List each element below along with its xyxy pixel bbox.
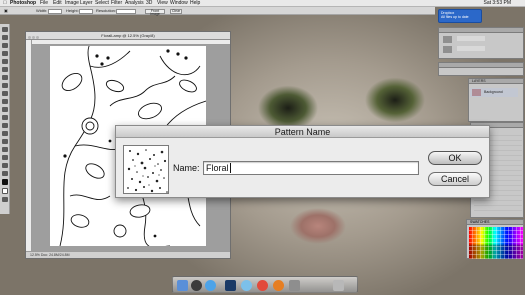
dock	[172, 276, 358, 293]
layers-panel[interactable]: LAYERS Background	[468, 78, 524, 122]
pattern-name-dialog[interactable]: Pattern Name Name: OK Cancel	[115, 125, 490, 198]
history-brush-tool-icon[interactable]	[1, 91, 8, 96]
shape-tool-icon[interactable]	[1, 155, 8, 160]
gradient-tool-icon[interactable]	[1, 107, 8, 112]
menu-view[interactable]: View	[157, 0, 168, 7]
menu-layer[interactable]: Layer	[80, 0, 93, 7]
layer-name: Background	[484, 90, 503, 94]
swatches-tab[interactable]: SWATCHES	[470, 219, 489, 225]
swatch-grid[interactable]	[469, 227, 523, 259]
background-color-icon[interactable]	[1, 188, 8, 194]
height-label: Height:	[66, 8, 79, 13]
width-field[interactable]	[48, 9, 62, 14]
ok-button[interactable]: OK	[428, 151, 482, 165]
vertical-ruler[interactable]	[26, 40, 32, 251]
menu-filter[interactable]: Filter	[111, 0, 122, 7]
notification[interactable]: Dropbox All files up to date	[438, 9, 482, 23]
hand-tool-icon[interactable]	[1, 163, 8, 168]
dialog-title: Pattern Name	[116, 126, 489, 138]
pattern-thumbnail	[127, 149, 168, 193]
layers-tab[interactable]: LAYERS	[472, 78, 486, 84]
foreground-color-icon[interactable]	[1, 179, 8, 185]
mini-icon-2[interactable]	[443, 46, 452, 53]
safari-icon[interactable]	[205, 280, 216, 291]
crop-tool-icon[interactable]	[1, 51, 8, 56]
marquee-tool-icon[interactable]	[1, 35, 8, 40]
menu-select[interactable]: Select	[95, 0, 109, 7]
menu-edit[interactable]: Edit	[53, 0, 62, 7]
clear-button[interactable]: Clear	[170, 9, 182, 14]
adjustments-tabbar[interactable]	[439, 63, 523, 68]
pen-tool-icon[interactable]	[1, 131, 8, 136]
swatches-tabbar[interactable]: SWATCHES	[467, 220, 523, 225]
text-caret	[230, 163, 231, 173]
close-icon[interactable]	[28, 36, 31, 39]
trash-icon[interactable]	[333, 280, 344, 291]
document-title: FloralLamp @ 12.5% (Gray/8)	[101, 33, 155, 38]
finder-icon[interactable]	[177, 280, 188, 291]
move-tool-icon[interactable]	[1, 27, 8, 32]
eraser-tool-icon[interactable]	[1, 99, 8, 104]
menubar:  Photoshop File Edit Image Layer Select…	[0, 0, 525, 7]
resolution-label: Resolution:	[96, 8, 117, 13]
dodge-tool-icon[interactable]	[1, 123, 8, 128]
horizontal-ruler[interactable]	[32, 40, 230, 45]
mini-field-2[interactable]	[457, 46, 485, 51]
mini-icon-1[interactable]	[443, 36, 452, 43]
height-field[interactable]	[79, 9, 93, 14]
options-bar: ▣ Width: Height: Resolution: Front Image…	[0, 7, 435, 16]
menu-file[interactable]: File	[40, 0, 48, 7]
notification-body: All files up to date	[441, 15, 469, 19]
dashboard-icon[interactable]	[191, 280, 202, 291]
mini-field-1[interactable]	[457, 36, 485, 41]
menubar-clock[interactable]: Sat 3:53 PM	[483, 0, 511, 7]
swatches-panel[interactable]: SWATCHES	[466, 219, 524, 259]
healing-tool-icon[interactable]	[1, 67, 8, 72]
width-label: Width:	[36, 8, 48, 13]
panel-tabbar[interactable]	[439, 28, 523, 33]
minimize-icon[interactable]	[32, 36, 35, 39]
menu-image[interactable]: Image	[65, 0, 79, 7]
layer-thumbnail	[472, 89, 481, 96]
adjustments-panel[interactable]	[438, 62, 524, 76]
apple-icon[interactable]: 	[3, 0, 7, 7]
zoom-icon[interactable]	[36, 36, 39, 39]
preferences-icon[interactable]	[289, 280, 300, 291]
layers-tabbar[interactable]: LAYERS	[469, 79, 523, 84]
stamp-tool-icon[interactable]	[1, 83, 8, 88]
menu-app[interactable]: Photoshop	[10, 0, 36, 7]
menu-help[interactable]: Help	[190, 0, 200, 7]
lasso-tool-icon[interactable]	[1, 43, 8, 48]
path-select-tool-icon[interactable]	[1, 147, 8, 152]
firefox-icon[interactable]	[273, 280, 284, 291]
menu-3d[interactable]: 3D	[146, 0, 152, 7]
quick-mask-icon[interactable]	[1, 197, 8, 202]
chrome-icon[interactable]	[257, 280, 268, 291]
layer-row-selected[interactable]: Background	[470, 88, 518, 97]
tools-palette	[0, 24, 10, 214]
zoom-tool-icon[interactable]	[1, 171, 8, 176]
name-label: Name:	[173, 163, 200, 173]
pattern-preview	[123, 145, 169, 194]
type-tool-icon[interactable]	[1, 139, 8, 144]
menu-window[interactable]: Window	[170, 0, 188, 7]
brush-tool-icon[interactable]	[1, 75, 8, 80]
document-status: 12.5% Doc: 24.8M/24.8M	[26, 251, 230, 258]
front-image-button[interactable]: Front Image	[145, 9, 165, 16]
itunes-icon[interactable]	[241, 280, 252, 291]
pattern-name-input[interactable]	[203, 161, 419, 175]
eyedropper-tool-icon[interactable]	[1, 59, 8, 64]
resolution-field[interactable]	[116, 9, 136, 14]
mini-panels[interactable]	[438, 27, 524, 59]
blur-tool-icon[interactable]	[1, 115, 8, 120]
tool-preset-icon[interactable]: ▣	[4, 7, 8, 15]
menu-analysis[interactable]: Analysis	[125, 0, 144, 7]
photoshop-icon[interactable]	[225, 280, 236, 291]
cancel-button[interactable]: Cancel	[428, 172, 482, 186]
document-titlebar[interactable]: FloralLamp @ 12.5% (Gray/8)	[26, 32, 230, 40]
